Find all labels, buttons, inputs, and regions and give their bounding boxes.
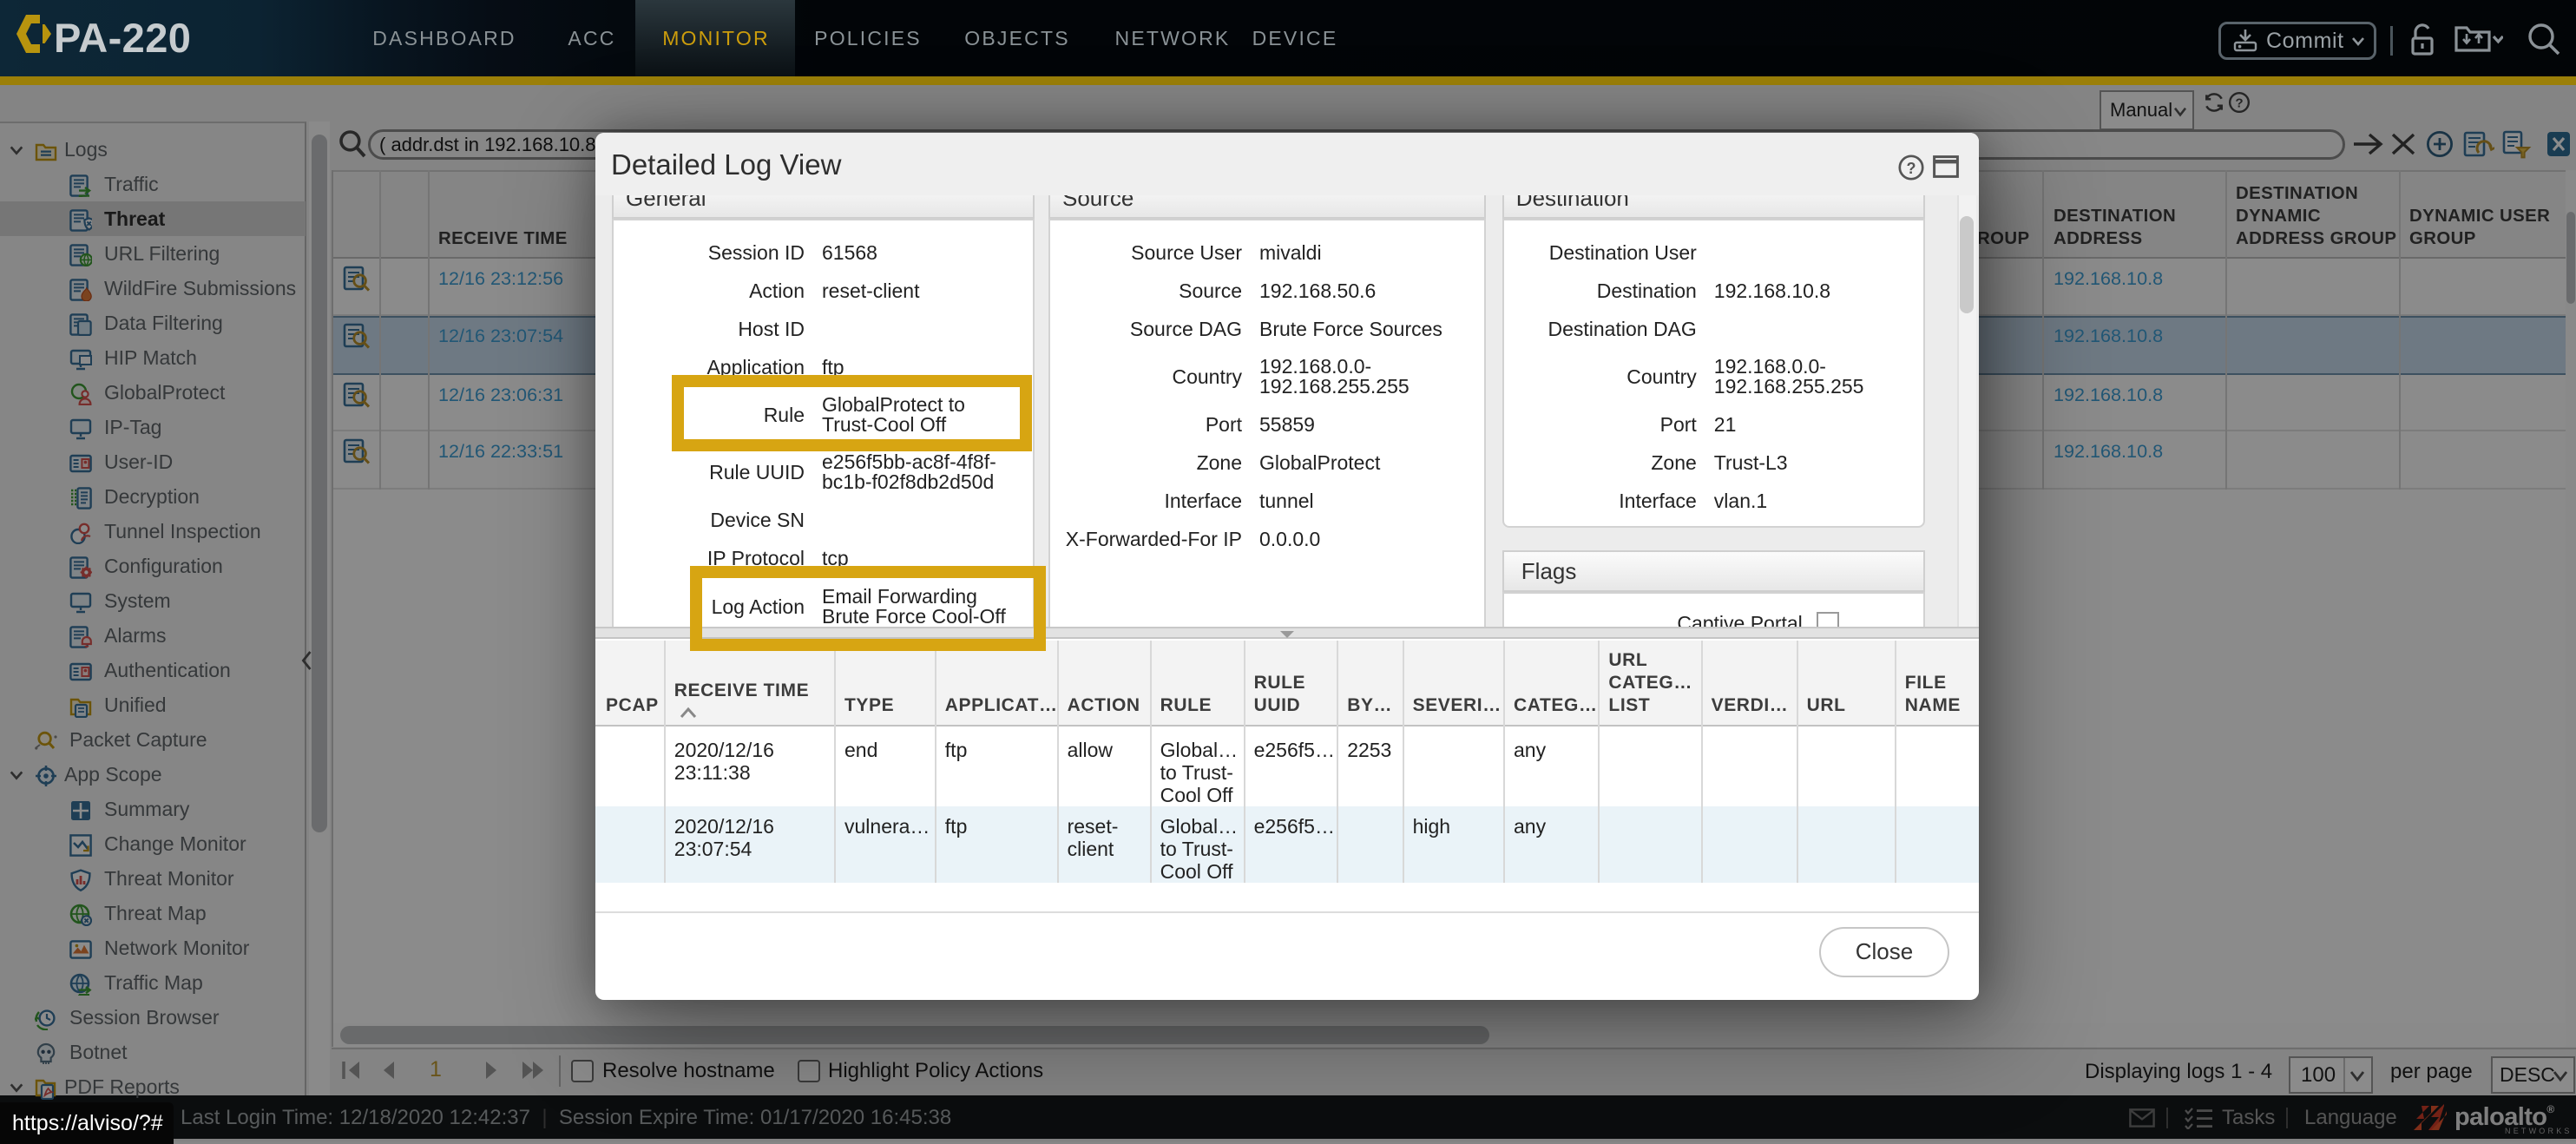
svg-text:?: ? (1907, 160, 1916, 177)
